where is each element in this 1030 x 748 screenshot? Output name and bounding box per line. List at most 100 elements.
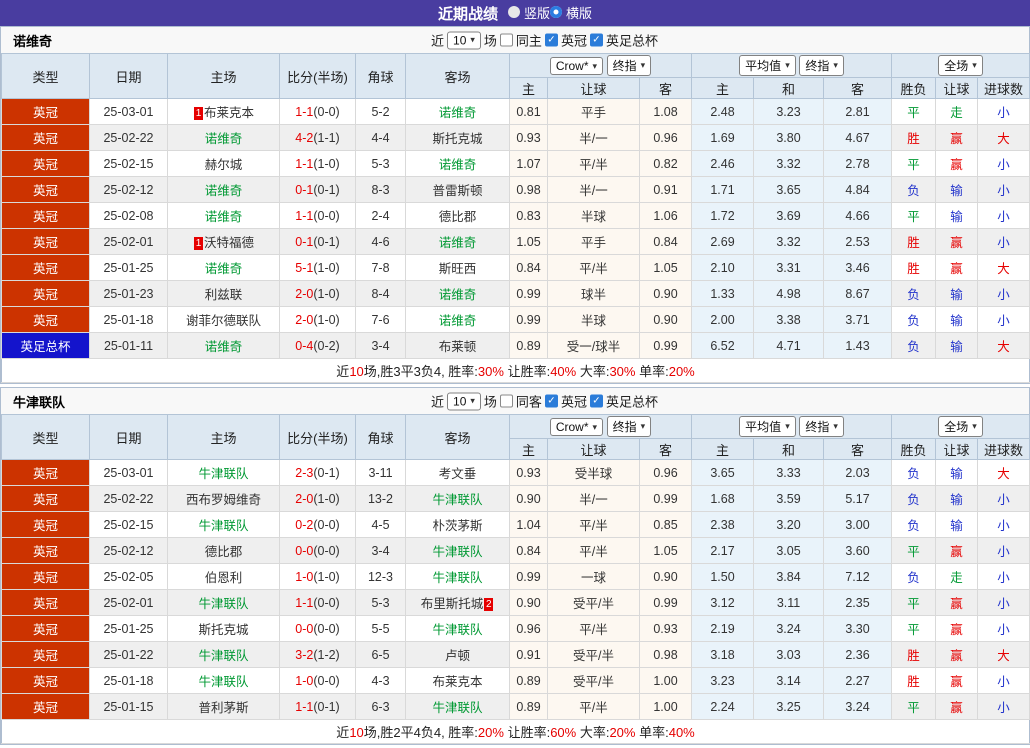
cell-result-wdl: 胜 bbox=[891, 641, 937, 668]
odds-source-select-value: Crow* bbox=[555, 59, 589, 73]
half-time-score: (1-1) bbox=[313, 130, 340, 145]
league-filter-checkbox[interactable]: ✓ bbox=[589, 394, 603, 408]
cell-score: 0-1(0-1) bbox=[279, 228, 356, 255]
final-odds-select-value: 终指 bbox=[612, 59, 637, 73]
cell-match-type: 英冠 bbox=[1, 459, 90, 486]
cell-odds-away: 0.99 bbox=[638, 485, 693, 512]
average-odds-select[interactable]: 平均值 ▾ bbox=[739, 416, 796, 437]
results-table: 类型 日期 主场 比分(半场) 角球 客场 Crow* ▾ 终指 ▾ 平均值 ▾ 终指 ▾ 全场 ▾ 主让球… bbox=[0, 53, 1030, 383]
cell-avg-away: 2.53 bbox=[823, 228, 893, 255]
odds-source-select[interactable]: Crow* ▾ bbox=[549, 418, 604, 436]
cell-date: 25-02-22 bbox=[89, 485, 168, 512]
match-row: 英冠 25-02-15 牛津联队 0-2(0-0) 4-5 朴茨茅斯 1.04 平/半 0.85… bbox=[1, 511, 1030, 538]
league-filter-checkbox[interactable]: ✓ bbox=[589, 33, 603, 47]
col-header-date: 日期 bbox=[89, 414, 168, 460]
cell-avg-draw: 3.33 bbox=[753, 459, 825, 486]
cell-odds-handicap: 平/半 bbox=[547, 537, 640, 564]
cell-result-wdl: 负 bbox=[891, 563, 937, 590]
cell-odds-away: 0.93 bbox=[638, 615, 693, 642]
cell-avg-away: 7.12 bbox=[823, 563, 893, 590]
cell-result-goals: 大 bbox=[977, 332, 1030, 359]
cell-score: 1-1(0-0) bbox=[279, 98, 356, 125]
same-venue-checkbox[interactable] bbox=[499, 33, 513, 47]
final-odds-select-value: 终指 bbox=[612, 420, 637, 434]
recent-count-select[interactable]: 10 ▾ bbox=[447, 392, 481, 410]
radio-icon[interactable] bbox=[550, 6, 562, 19]
cell-match-type: 英冠 bbox=[1, 176, 90, 203]
average-odds-select[interactable]: 平均值 ▾ bbox=[739, 55, 796, 76]
col-header-handicap: 让球 bbox=[547, 77, 640, 99]
home-team-name: 牛津联队 bbox=[198, 675, 249, 689]
away-team-name: 卢顿 bbox=[444, 649, 470, 663]
odds-source-select[interactable]: Crow* ▾ bbox=[549, 57, 604, 75]
full-match-select-value: 全场 bbox=[944, 59, 969, 73]
final-odds-select-2[interactable]: 终指 ▾ bbox=[799, 55, 844, 76]
half-time-score: (0-0) bbox=[313, 517, 340, 532]
topbar: 近期战绩 竖版 横版 bbox=[0, 0, 1030, 26]
cell-avg-away: 3.60 bbox=[823, 537, 893, 564]
team-name: 诺维奇 bbox=[13, 33, 53, 49]
cell-home-team: 牛津联队 bbox=[167, 641, 280, 668]
cell-result-goals: 小 bbox=[977, 589, 1030, 616]
cell-corner: 6-3 bbox=[355, 693, 406, 720]
cell-away-team: 普雷斯顿 bbox=[405, 176, 510, 203]
half-time-score: (1-0) bbox=[313, 569, 340, 584]
cell-avg-home: 2.17 bbox=[691, 537, 755, 564]
cell-match-type: 英冠 bbox=[1, 511, 90, 538]
cell-match-type: 英冠 bbox=[1, 98, 90, 125]
full-match-select[interactable]: 全场 ▾ bbox=[938, 416, 983, 437]
match-row: 英冠 25-03-01 牛津联队 2-3(0-1) 3-11 考文垂 0.93 受半球 0.96… bbox=[1, 459, 1030, 486]
full-match-select-value: 全场 bbox=[944, 420, 969, 434]
final-odds-select[interactable]: 终指 ▾ bbox=[606, 416, 652, 437]
match-row: 英冠 25-02-22 西布罗姆维奇 2-0(1-0) 13-2 牛津联队 0.90 半/一 0… bbox=[1, 485, 1030, 512]
chevron-down-icon: ▾ bbox=[470, 395, 475, 406]
cell-avg-away: 2.78 bbox=[823, 150, 893, 177]
cell-odds-home: 0.99 bbox=[509, 563, 548, 590]
full-time-score: 1-0 bbox=[295, 673, 314, 688]
team-header-row: 诺维奇近 10 ▾ 场同主 ✓ 英冠 ✓ 英足总杯 bbox=[1, 27, 1029, 53]
cell-corner: 7-6 bbox=[355, 306, 406, 333]
home-team-name: 斯托克城 bbox=[198, 623, 249, 637]
full-match-select[interactable]: 全场 ▾ bbox=[938, 55, 983, 76]
league-filter-label: 英冠 bbox=[560, 394, 587, 410]
away-team-name: 布莱顿 bbox=[438, 340, 477, 354]
cell-odds-home: 0.90 bbox=[509, 485, 548, 512]
cell-away-team: 斯旺西 bbox=[405, 254, 510, 281]
cell-home-team: 伯恩利 bbox=[167, 563, 280, 590]
cell-corner: 5-3 bbox=[355, 589, 406, 616]
cell-result-handicap: 输 bbox=[935, 280, 979, 307]
match-row: 英冠 25-02-01 牛津联队 1-1(0-0) 5-3 布里斯托城 2 0.90 受平/半 0… bbox=[1, 589, 1030, 616]
cell-avg-away: 5.17 bbox=[823, 485, 893, 512]
summary-segment: 30% bbox=[477, 364, 504, 379]
cell-date: 25-01-15 bbox=[89, 693, 168, 720]
home-team-name: 利兹联 bbox=[204, 288, 243, 302]
final-odds-select[interactable]: 终指 ▾ bbox=[606, 55, 652, 76]
layout-option[interactable]: 横版 bbox=[550, 3, 592, 22]
cell-odds-away: 0.85 bbox=[638, 511, 693, 538]
cell-odds-home: 0.99 bbox=[509, 280, 548, 307]
col-header-result-wdl: 胜负 bbox=[891, 77, 937, 99]
cell-match-type: 英冠 bbox=[1, 280, 90, 307]
league-filter-checkbox[interactable]: ✓ bbox=[544, 33, 558, 47]
league-filter-checkbox[interactable]: ✓ bbox=[544, 394, 558, 408]
cell-away-team: 牛津联队 bbox=[405, 537, 510, 564]
cell-result-goals: 小 bbox=[977, 98, 1030, 125]
recent-count-select[interactable]: 10 ▾ bbox=[447, 31, 481, 49]
league-filter-label: 英足总杯 bbox=[605, 33, 658, 49]
average-odds-select-value: 平均值 bbox=[745, 59, 782, 73]
cell-result-wdl: 平 bbox=[891, 589, 937, 616]
cell-result-handicap: 输 bbox=[935, 332, 979, 359]
radio-icon[interactable] bbox=[507, 6, 520, 19]
home-team-name: 诺维奇 bbox=[204, 340, 243, 354]
cell-avg-draw: 4.98 bbox=[753, 280, 825, 307]
same-venue-checkbox[interactable] bbox=[499, 394, 513, 408]
cell-avg-home: 3.65 bbox=[691, 459, 755, 486]
cell-result-wdl: 胜 bbox=[891, 254, 937, 281]
cell-avg-home: 6.52 bbox=[691, 332, 755, 359]
layout-option[interactable]: 竖版 bbox=[507, 3, 550, 22]
cell-home-team: 谢菲尔德联队 bbox=[167, 306, 280, 333]
away-team-name: 牛津联队 bbox=[432, 571, 483, 585]
cell-score: 2-3(0-1) bbox=[279, 459, 356, 486]
cell-result-wdl: 胜 bbox=[891, 228, 937, 255]
final-odds-select-2[interactable]: 终指 ▾ bbox=[799, 416, 844, 437]
